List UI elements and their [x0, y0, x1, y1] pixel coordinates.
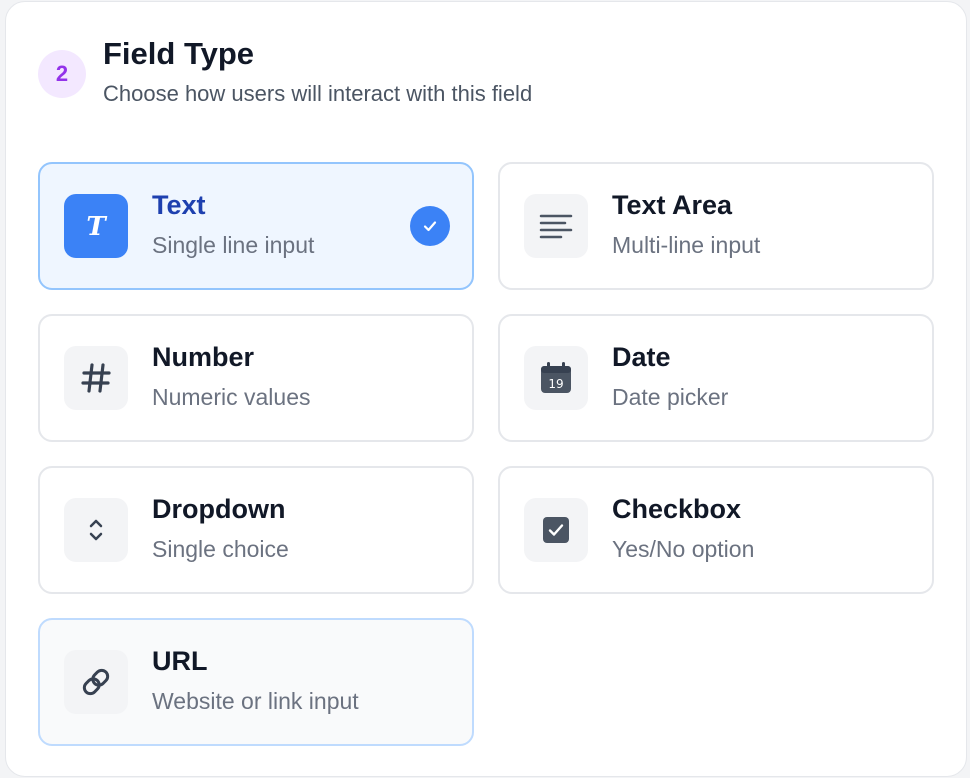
option-label: Number	[152, 342, 255, 372]
option-label: Date	[612, 342, 671, 372]
option-label: Text	[152, 190, 206, 220]
option-dropdown[interactable]: Dropdown Single choice	[38, 466, 474, 594]
option-label: Dropdown	[152, 494, 286, 524]
option-description: Date picker	[612, 384, 729, 410]
option-text[interactable]: T Text Single line input	[38, 162, 474, 290]
option-description: Numeric values	[152, 384, 311, 410]
calendar-icon: 19	[524, 346, 588, 410]
option-number[interactable]: Number Numeric values	[38, 314, 474, 442]
option-description: Yes/No option	[612, 536, 755, 562]
field-type-panel: 2 Field Type Choose how users will inter…	[5, 1, 967, 777]
align-left-icon	[524, 194, 588, 258]
checkbox-icon	[524, 498, 588, 562]
option-label: Checkbox	[612, 494, 742, 524]
option-label: Text Area	[612, 190, 733, 220]
option-description: Single line input	[152, 232, 315, 258]
option-label: URL	[152, 646, 208, 676]
section-title: Field Type	[103, 36, 255, 71]
option-checkbox[interactable]: Checkbox Yes/No option	[498, 466, 934, 594]
link-icon	[64, 650, 128, 714]
option-text-area[interactable]: Text Area Multi-line input	[498, 162, 934, 290]
option-description: Multi-line input	[612, 232, 761, 258]
calendar-day-text: 19	[548, 377, 563, 391]
option-description: Website or link input	[152, 688, 359, 714]
section-subtitle: Choose how users will interact with this…	[103, 81, 533, 106]
chevron-up-down-icon	[64, 498, 128, 562]
option-url[interactable]: URL Website or link input	[38, 618, 474, 746]
selected-check-icon	[410, 206, 450, 246]
svg-text:T: T	[86, 212, 107, 241]
section-header: 2 Field Type Choose how users will inter…	[6, 2, 966, 132]
text-italic-t-icon: T	[64, 194, 128, 258]
step-badge: 2	[38, 50, 86, 98]
option-description: Single choice	[152, 536, 289, 562]
hash-icon	[64, 346, 128, 410]
option-date[interactable]: 19 Date Date picker	[498, 314, 934, 442]
